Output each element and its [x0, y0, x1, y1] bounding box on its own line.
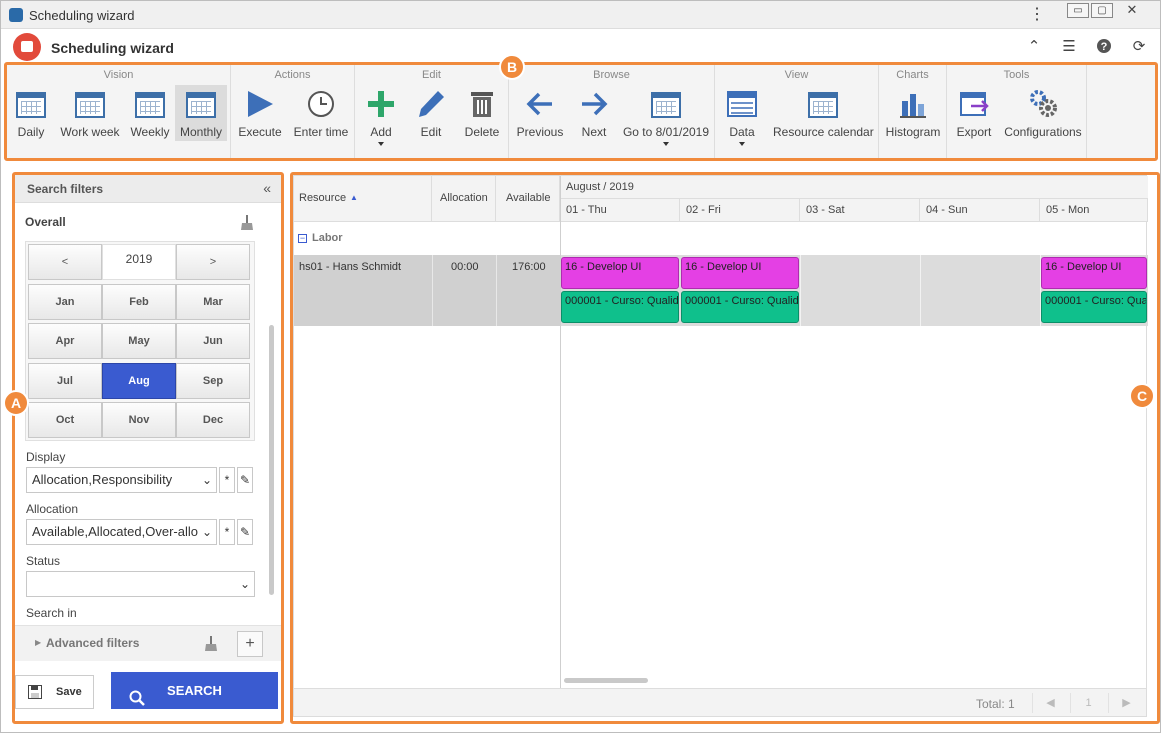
callout-frame-b: [4, 62, 1158, 161]
page-title: Scheduling wizard: [51, 40, 174, 56]
more-options-icon[interactable]: ⋮: [1029, 4, 1045, 24]
close-button[interactable]: ✕: [1121, 3, 1143, 18]
list-icon[interactable]: ☰: [1060, 38, 1078, 56]
callout-badge-b: B: [499, 54, 525, 80]
collapse-up-icon[interactable]: ⌃: [1025, 38, 1043, 56]
callout-frame-a: [12, 172, 284, 724]
title-bar: Scheduling wizard ⋮ ▭ ▢ ✕: [1, 1, 1160, 29]
window-title: Scheduling wizard: [29, 8, 135, 23]
callout-frame-c: [290, 172, 1160, 724]
callout-badge-a: A: [3, 390, 29, 416]
svg-text:?: ?: [1101, 41, 1108, 53]
help-icon[interactable]: ?: [1095, 38, 1113, 56]
app-header: Scheduling wizard ⌃ ☰ ? ⟳: [1, 30, 1160, 64]
refresh-icon[interactable]: ⟳: [1130, 38, 1148, 56]
app-icon: [9, 8, 23, 22]
minimize-button[interactable]: ▭: [1067, 3, 1089, 18]
app-window: Scheduling wizard ⋮ ▭ ▢ ✕ Scheduling wiz…: [0, 0, 1161, 733]
calendar-logo-icon: [13, 33, 41, 61]
callout-badge-c: C: [1129, 383, 1155, 409]
maximize-button[interactable]: ▢: [1091, 3, 1113, 18]
